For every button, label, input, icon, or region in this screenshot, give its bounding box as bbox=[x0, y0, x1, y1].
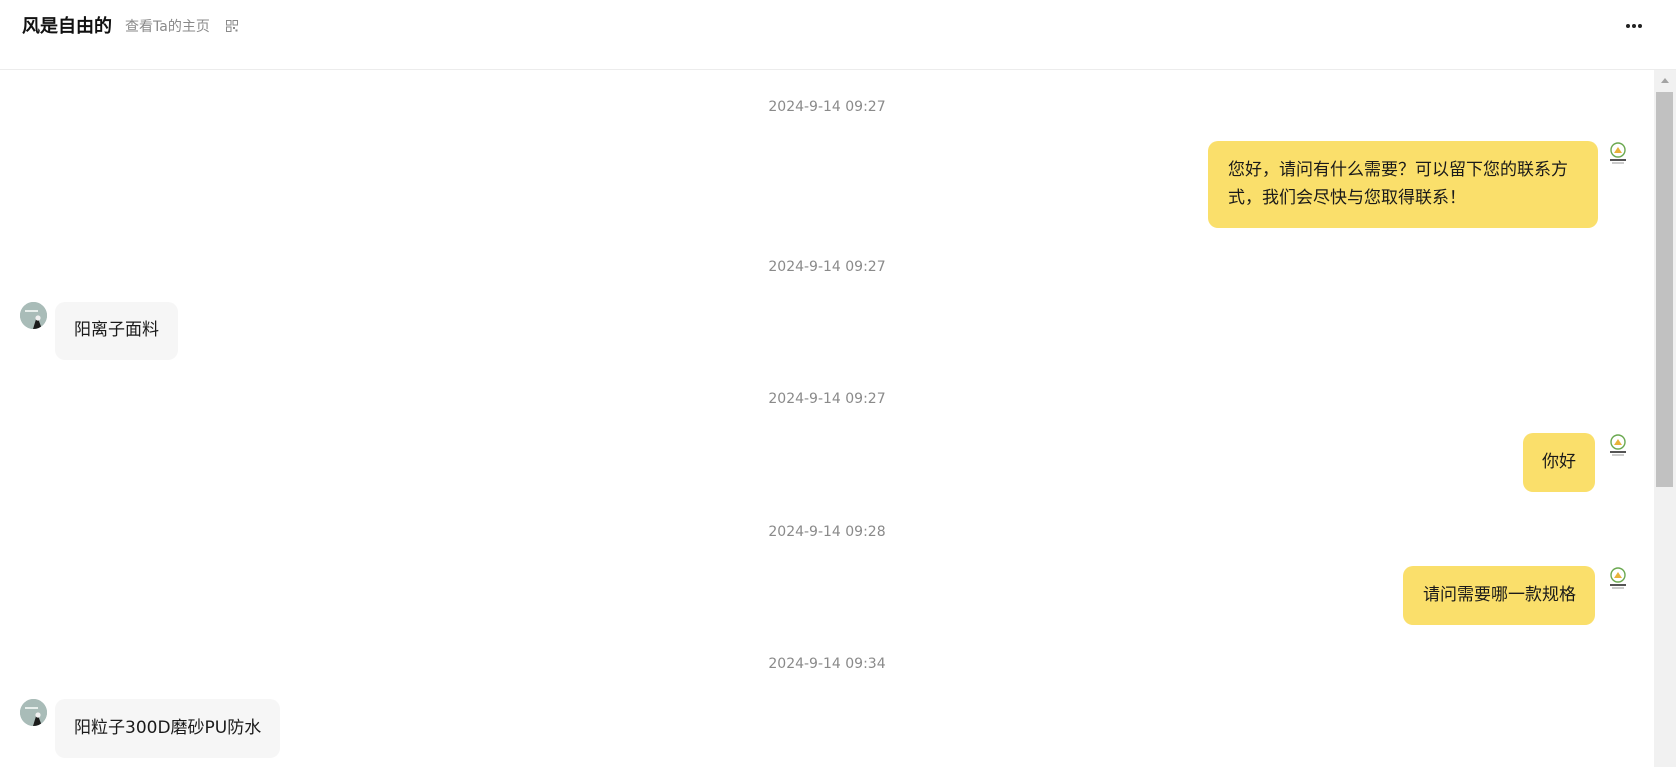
message-timestamp: 2024-9-14 09:34 bbox=[768, 656, 886, 672]
view-profile-link[interactable]: 查看Ta的主页 bbox=[125, 16, 210, 38]
message-list[interactable]: 2024-9-14 09:27 您好，请问有什么需要？可以留下您的联系方 式，我… bbox=[0, 70, 1654, 767]
scrollbar[interactable] bbox=[1654, 70, 1676, 767]
incoming-message: 阳离子面料 bbox=[55, 302, 178, 360]
more-horizontal-icon bbox=[1626, 24, 1642, 28]
customer-avatar bbox=[20, 302, 47, 329]
message-text-line: 式，我们会尽快与您取得联系！ bbox=[1228, 188, 1466, 208]
scrollbar-thumb[interactable] bbox=[1656, 92, 1673, 487]
customer-avatar bbox=[20, 699, 47, 726]
shop-logo-avatar bbox=[1610, 567, 1626, 589]
shop-logo-avatar bbox=[1610, 434, 1626, 456]
chat-header: 风是自由的 查看Ta的主页 bbox=[0, 0, 1676, 70]
message-timestamp: 2024-9-14 09:28 bbox=[768, 524, 886, 540]
incoming-message: 阳粒子300D磨砂PU防水 bbox=[55, 699, 281, 758]
message-text-line: 你好 bbox=[1542, 452, 1576, 472]
outgoing-message: 你好 bbox=[1523, 433, 1595, 492]
contact-name: 风是自由的 bbox=[22, 16, 112, 37]
outgoing-message: 请问需要哪一款规格 bbox=[1403, 566, 1595, 625]
message-text-line: 阳粒子300D磨砂PU防水 bbox=[74, 718, 262, 738]
scroll-up-arrow-icon[interactable] bbox=[1654, 70, 1676, 90]
message-timestamp: 2024-9-14 09:27 bbox=[768, 259, 886, 275]
message-text-line: 请问需要哪一款规格 bbox=[1423, 585, 1576, 605]
shop-logo-avatar bbox=[1610, 142, 1626, 164]
message-timestamp: 2024-9-14 09:27 bbox=[768, 391, 886, 407]
outgoing-message: 您好，请问有什么需要？可以留下您的联系方 式，我们会尽快与您取得联系！ bbox=[1208, 141, 1598, 228]
qr-code-icon[interactable] bbox=[226, 20, 238, 32]
more-options-button[interactable] bbox=[1622, 12, 1646, 40]
message-text-line: 您好，请问有什么需要？可以留下您的联系方 bbox=[1228, 160, 1568, 180]
message-text-line: 阳离子面料 bbox=[74, 320, 159, 340]
message-timestamp: 2024-9-14 09:27 bbox=[768, 99, 886, 115]
